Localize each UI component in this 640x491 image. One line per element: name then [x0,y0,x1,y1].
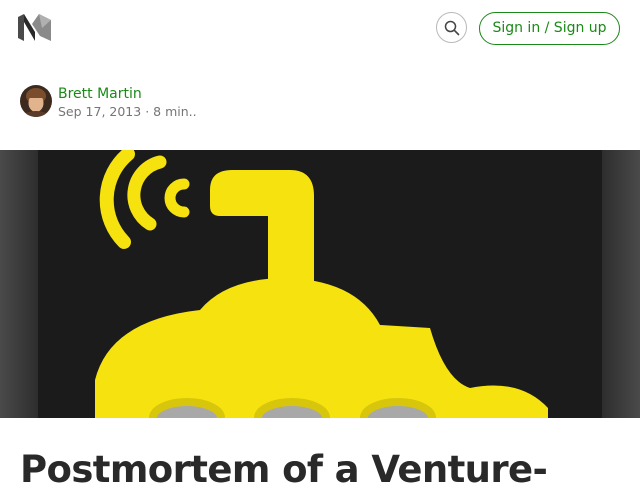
read-time: 8 min.. [153,104,197,119]
hero-image [0,150,640,418]
meta-separator: · [145,104,150,119]
article-title: Postmortem of a Venture- [20,448,548,491]
post-meta: Sep 17, 2013 · 8 min.. [58,104,197,119]
medium-logo-icon[interactable] [18,14,51,41]
search-button[interactable] [436,12,467,43]
top-navigation-bar: Sign in / Sign up [0,0,640,56]
publish-date: Sep 17, 2013 [58,104,142,119]
author-avatar[interactable] [20,85,52,117]
sign-in-sign-up-button[interactable]: Sign in / Sign up [479,12,620,45]
search-icon [444,20,459,35]
author-name-link[interactable]: Brett Martin [58,86,142,102]
yellow-submarine-broadcast-icon [0,150,640,418]
